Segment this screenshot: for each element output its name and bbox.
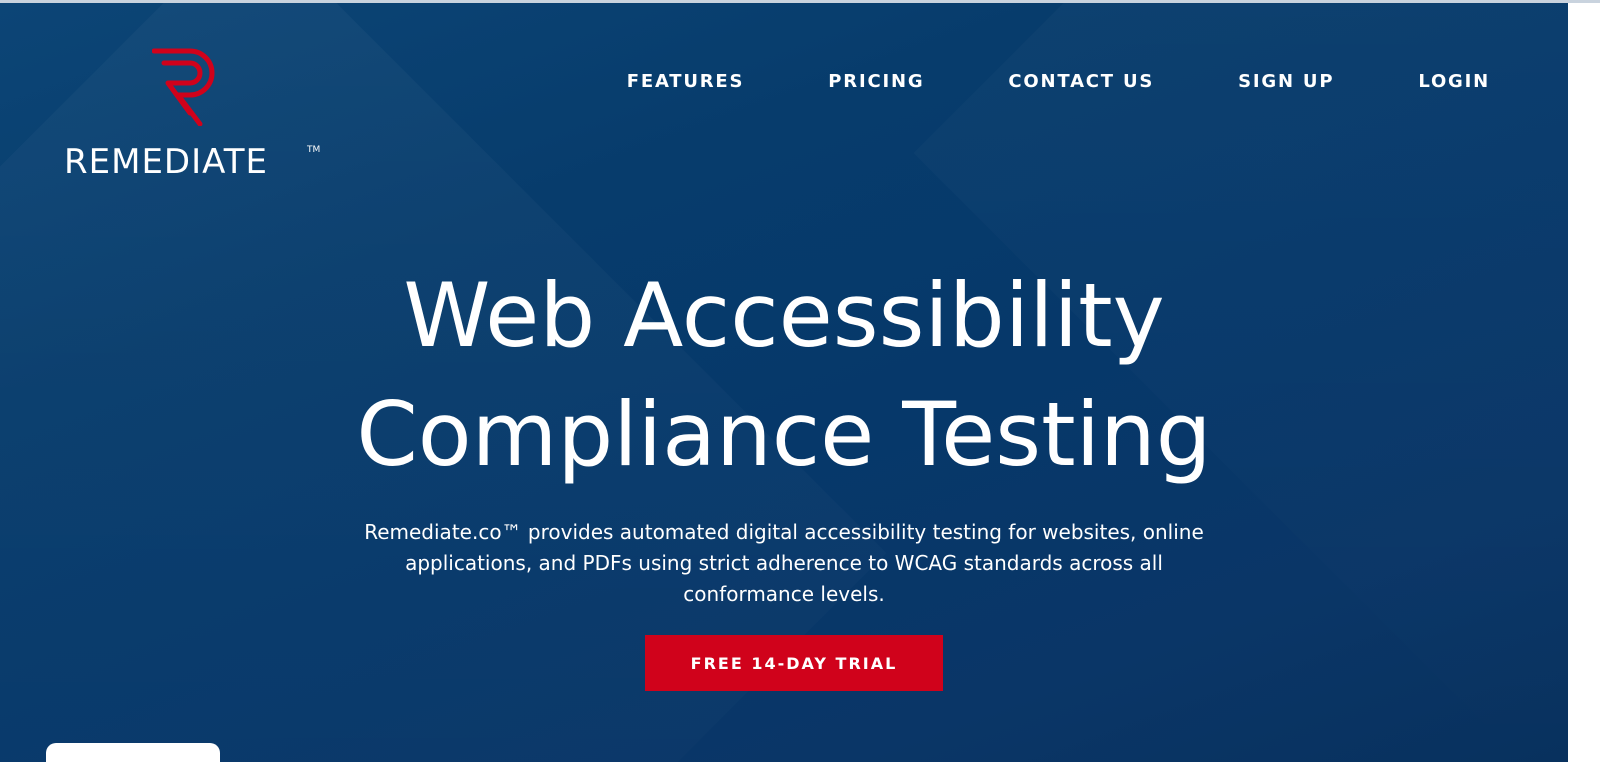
hero-description: Remediate.co™ provides automated digital… — [364, 520, 1204, 606]
nav-features-link[interactable]: FEATURES — [627, 69, 745, 95]
nav-pricing-link[interactable]: PRICING — [828, 69, 924, 95]
free-trial-button[interactable]: FREE 14-DAY TRIAL — [645, 635, 943, 691]
brand-name: REMEDIATE — [64, 142, 269, 182]
hero-headline-line1: Web Accessibility — [403, 264, 1165, 367]
main-nav: FEATURES PRICING CONTACT US SIGN UP LOGI… — [627, 69, 1490, 95]
brand-logo[interactable]: REMEDIATE TM — [64, 48, 334, 188]
hero-headline-line2: Compliance Testing — [356, 383, 1212, 486]
trademark-symbol: TM — [307, 145, 321, 155]
hero-section: REMEDIATE TM FEATURES PRICING CONTACT US… — [0, 3, 1568, 762]
scrollbar-area — [1568, 3, 1600, 762]
nav-sign-up-link[interactable]: SIGN UP — [1238, 69, 1334, 95]
bottom-widget-tab[interactable] — [46, 743, 220, 762]
hero-headline: Web Accessibility Compliance Testing — [0, 256, 1568, 494]
nav-contact-us-link[interactable]: CONTACT US — [1008, 69, 1154, 95]
remediate-r-icon — [152, 48, 215, 126]
nav-login-link[interactable]: LOGIN — [1418, 69, 1490, 95]
